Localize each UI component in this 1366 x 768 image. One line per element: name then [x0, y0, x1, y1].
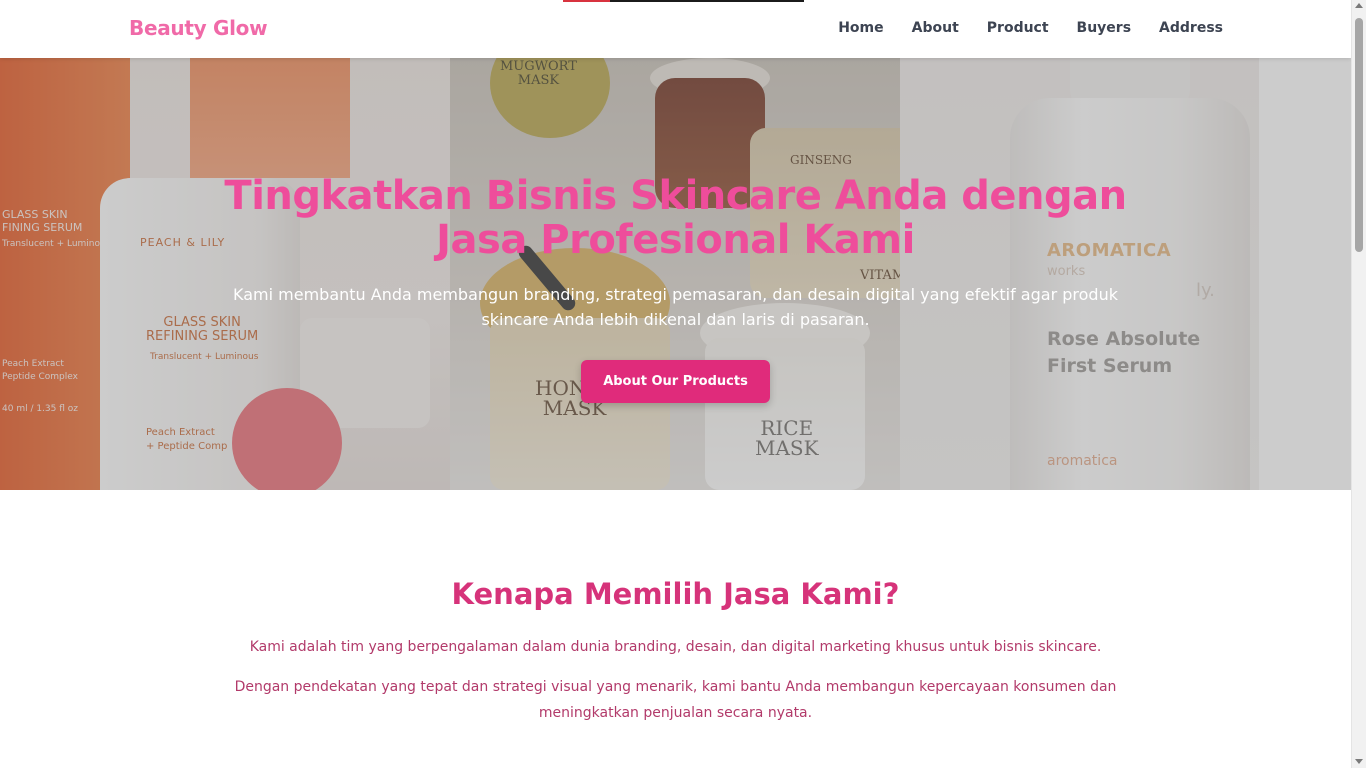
why-section-title: Kenapa Memilih Jasa Kami?: [451, 577, 900, 611]
nav-link-address[interactable]: Address: [1159, 20, 1223, 36]
nav-link-about[interactable]: About: [912, 20, 959, 36]
page: Beauty Glow Home About Product Buyers Ad…: [0, 0, 1351, 768]
nav-link-product[interactable]: Product: [987, 20, 1049, 36]
brand-logo[interactable]: Beauty Glow: [129, 16, 268, 40]
nav-links: Home About Product Buyers Address: [810, 20, 1223, 36]
scrollbar-thumb[interactable]: [1355, 18, 1363, 252]
page-scrollbar[interactable]: [1351, 0, 1366, 768]
hero-title-line-2: Jasa Profesional Kami: [436, 217, 915, 263]
why-paragraph-2: Dengan pendekatan yang tepat dan strateg…: [234, 679, 1117, 721]
browser-top-strip-accent: [563, 0, 610, 2]
hero-content: Tingkatkan Bisnis Skincare Anda dengan J…: [0, 58, 1351, 490]
why-paragraph-1: Kami adalah tim yang berpengalaman dalam…: [249, 639, 1102, 655]
hero-title: Tingkatkan Bisnis Skincare Anda dengan J…: [0, 174, 1351, 262]
scroll-down-arrow-icon[interactable]: [1355, 759, 1363, 764]
scroll-up-arrow-icon[interactable]: [1355, 3, 1363, 8]
browser-top-strip: [563, 0, 804, 2]
hero-subtitle: Kami membantu Anda membangun branding, s…: [233, 285, 1118, 329]
nav-link-buyers[interactable]: Buyers: [1077, 20, 1132, 36]
navbar: Beauty Glow Home About Product Buyers Ad…: [0, 0, 1351, 58]
nav-link-home[interactable]: Home: [838, 20, 883, 36]
about-products-button[interactable]: About Our Products: [581, 360, 770, 403]
hero-section: GLASS SKIN FINING SERUM Translucent + Lu…: [0, 58, 1351, 490]
hero-title-line-1: Tingkatkan Bisnis Skincare Anda dengan: [224, 173, 1127, 219]
